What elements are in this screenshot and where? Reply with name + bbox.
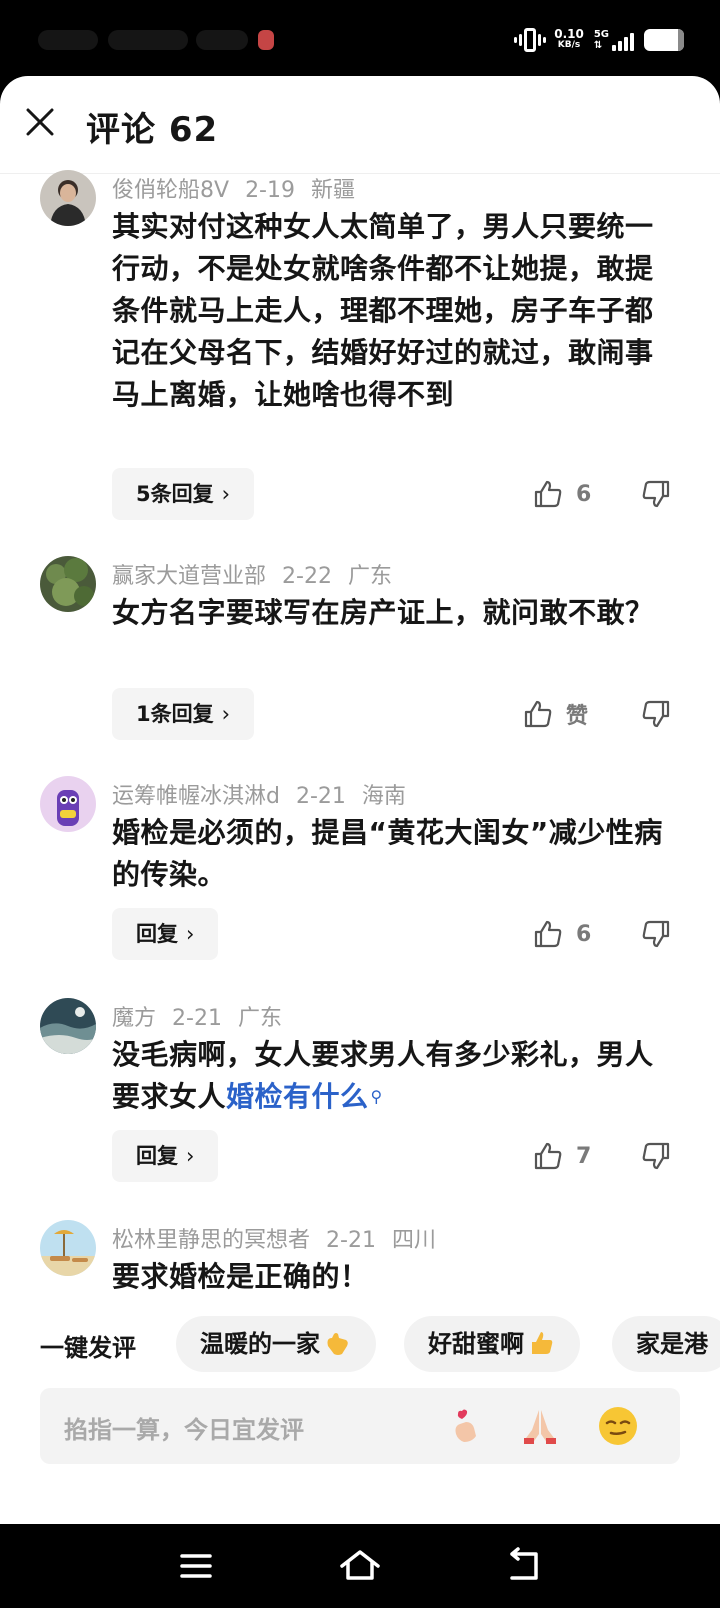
avatar[interactable] [40,556,96,612]
comment-location: 海南 [361,784,406,809]
quick-reply-chip[interactable]: 温暖的一家 [176,1316,376,1372]
comment-meta: 运筹帷幄冰淇淋d 2-21 海南 [112,778,422,810]
search-link[interactable]: 婚检有什么 [226,1080,369,1113]
quick-reply-chip[interactable]: 好甜蜜啊 [404,1316,580,1372]
comment-meta: 魔方 2-21 广东 [112,1000,298,1032]
comment-location: 广东 [347,564,392,589]
comment-input[interactable]: 掐指一算，今日宜发评 [40,1388,680,1464]
comment-meta: 松林里静思的冥想者 2-21 四川 [112,1222,452,1254]
avatar[interactable] [40,1220,96,1276]
chevron-right-icon: › [186,1144,195,1168]
comment-item: 俊俏轮船8V 2-19 新疆 其实对付这种女人太简单了，男人只要统一行动，不是处女就… [0,170,720,530]
page-title: 评论 62 [86,110,219,150]
praying-hands-emoji-icon[interactable] [518,1404,562,1448]
comment-date: 2-21 [172,1006,222,1031]
thumbs-up-icon [534,920,562,948]
thumbs-up-icon [534,1142,562,1170]
username[interactable]: 俊俏轮船8V [112,178,229,203]
search-icon[interactable]: ⚲ [371,1076,383,1118]
dislike-button[interactable] [640,908,680,960]
comment-input-placeholder: 掐指一算，今日宜发评 [64,1416,304,1444]
avatar[interactable] [40,776,96,832]
comment-date: 2-19 [245,178,295,203]
avatar[interactable] [40,170,96,226]
comment-meta: 俊俏轮船8V 2-19 新疆 [112,172,371,204]
thumbs-down-icon [642,920,670,948]
comment-date: 2-21 [295,784,346,809]
navigation-bar [0,1524,720,1608]
back-icon[interactable] [502,1544,546,1588]
thumbs-down-icon [642,480,670,508]
finger-heart-emoji-icon[interactable] [444,1404,488,1448]
menu-icon[interactable] [174,1544,218,1588]
home-icon[interactable] [338,1544,382,1588]
chevron-right-icon: › [186,922,195,946]
thumbs-up-icon [524,700,552,728]
comment-text: 婚检是必须的，提昌“黄花大闺女”减少性病的传染。 [112,816,663,891]
signal-icon: 5G ⇅ [594,29,634,51]
comment-item: 运筹帷幄冰淇淋d 2-21 海南 婚检是必须的，提昌“黄花大闺女”减少性病的传染。 … [0,776,720,966]
comment-item: 魔方 2-21 广东 没毛病啊，女人要求男人有多少彩礼，男人要求女人婚检有什么 ⚲ 回… [0,998,720,1188]
username[interactable]: 魔方 [112,1006,156,1031]
quick-reply-row: 一键发评 温暖的一家 好甜蜜啊 家是港 [0,1316,720,1372]
comments-sheet: 评论 62 俊俏轮船8V 2-19 新疆 其实对付这种女人太简单了，男人只要统一行动… [0,76,720,1524]
status-notifications [38,26,278,54]
like-button[interactable]: 赞 [522,688,588,740]
comment-item: 赢家大道营业部 2-22 广东 女方名字要球写在房产证上，就问敢不敢？ 1条回复 › … [0,556,720,746]
thumbs-down-icon [642,1142,670,1170]
dislike-button[interactable] [640,1130,680,1182]
reply-button[interactable]: 回复 › [112,1130,219,1182]
quick-reply-chip[interactable]: 家是港 [612,1316,720,1372]
thumbs-down-icon [642,700,670,728]
reply-button[interactable]: 回复 › [112,908,219,960]
battery-icon [644,29,684,51]
comment-text: 女方名字要球写在房产证上，就问敢不敢？ [112,596,654,629]
comment-location: 广东 [237,1006,282,1031]
chevron-right-icon: › [221,702,231,726]
call-me-hand-icon [327,1333,348,1355]
username[interactable]: 运筹帷幄冰淇淋d [112,784,280,809]
comment-location: 四川 [391,1228,436,1253]
comment-item: 松林里静思的冥想者 2-21 四川 要求婚检是正确的！ [0,1220,720,1310]
notification-dot [258,30,274,50]
chevron-right-icon: › [221,482,231,506]
network-speed: 0.10 KB/s [554,27,584,50]
status-bar: 0.10 KB/s 5G ⇅ [0,0,720,76]
username[interactable]: 松林里静思的冥想者 [112,1228,310,1253]
avatar[interactable] [40,998,96,1054]
comment-date: 2-22 [282,564,332,589]
comment-text: 没毛病啊，女人要求男人有多少彩礼，男人要求女人婚检有什么 ⚲ [112,1034,672,1118]
username[interactable]: 赢家大道营业部 [112,564,266,589]
comment-text: 其实对付这种女人太简单了，男人只要统一行动，不是处女就啥条件都不让她提，敢提条件… [112,210,654,411]
comment-date: 2-21 [326,1228,376,1253]
comment-text: 要求婚检是正确的！ [112,1260,369,1293]
view-replies-button[interactable]: 1条回复 › [112,688,255,740]
like-button[interactable]: 7 [532,1130,591,1182]
thumbs-up-icon [534,480,562,508]
vibrate-icon [514,28,547,52]
like-button[interactable]: 6 [532,468,591,520]
sheet-header: 评论 62 [0,76,720,174]
comment-location: 新疆 [311,178,356,203]
like-button[interactable]: 6 [532,908,591,960]
dislike-button[interactable] [640,688,680,740]
comment-meta: 赢家大道营业部 2-22 广东 [112,558,408,590]
view-replies-button[interactable]: 5条回复 › [112,468,255,520]
dislike-button[interactable] [640,468,680,520]
smirk-emoji-icon[interactable] [596,1404,640,1448]
quick-reply-label: 一键发评 [40,1334,136,1362]
thumbs-up-emoji-icon [532,1332,553,1354]
close-icon[interactable] [24,106,56,138]
